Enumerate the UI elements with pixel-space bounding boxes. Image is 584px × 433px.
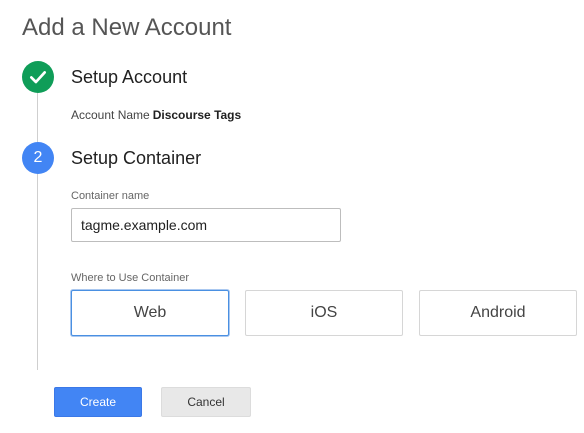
step-2-number-badge: 2 <box>22 142 54 174</box>
platform-android-button[interactable]: Android <box>419 290 577 336</box>
create-button[interactable]: Create <box>54 387 142 417</box>
where-to-use-label: Where to Use Container <box>71 272 189 284</box>
add-account-page: Add a New Account Setup Account Account … <box>0 0 584 433</box>
account-name-label: Account Name <box>71 108 150 122</box>
step-2-title: Setup Container <box>71 148 202 168</box>
platform-ios-button[interactable]: iOS <box>245 290 403 336</box>
page-title: Add a New Account <box>22 14 232 41</box>
account-name-row: Account Name Discourse Tags <box>71 107 241 123</box>
step-2-number: 2 <box>33 149 43 166</box>
container-name-input[interactable] <box>71 208 341 242</box>
platform-ios-label: iOS <box>310 304 338 321</box>
cancel-button[interactable]: Cancel <box>161 387 251 417</box>
platform-android-label: Android <box>470 304 526 321</box>
platform-web-button[interactable]: Web <box>71 290 229 336</box>
container-name-label: Container name <box>71 190 150 202</box>
check-icon <box>30 71 47 84</box>
step-1-complete-badge <box>22 61 54 93</box>
platform-web-label: Web <box>133 304 167 321</box>
account-name-value: Discourse Tags <box>152 108 242 122</box>
step-1-title: Setup Account <box>71 67 188 87</box>
step-timeline-line <box>37 92 38 370</box>
